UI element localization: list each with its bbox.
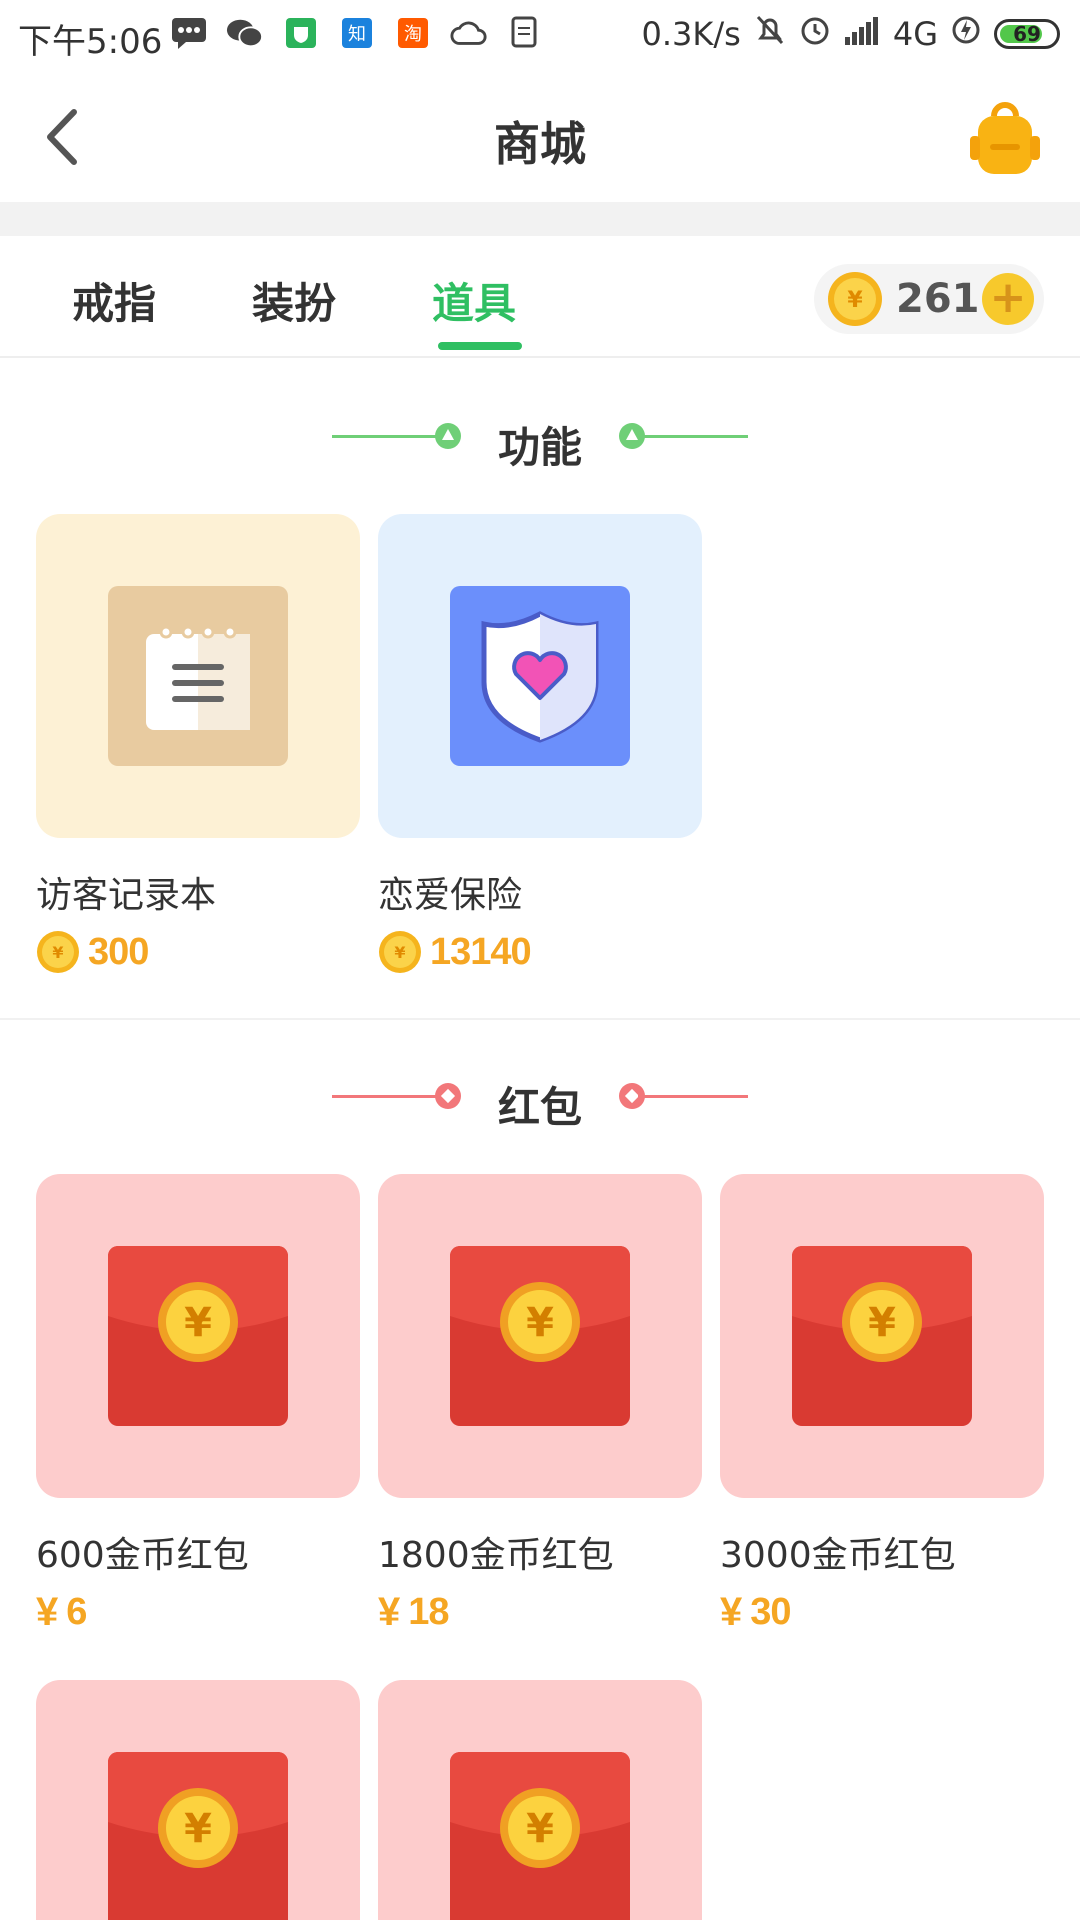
section-title-function: 功能: [497, 423, 582, 472]
app-header: 商城: [0, 72, 1080, 202]
backpack-icon: [970, 102, 1040, 174]
svg-text:¥: ¥: [52, 943, 63, 962]
product-tile: [378, 514, 702, 838]
page-title: 商城: [494, 117, 586, 171]
alarm-icon: [799, 14, 831, 54]
message-icon: [170, 14, 208, 52]
backpack-button[interactable]: [970, 102, 1040, 178]
product-card-redpacket-1800[interactable]: ¥ 1800金币红包 ¥ 18: [378, 1174, 702, 1634]
price-value: 300: [88, 930, 149, 973]
status-time: 下午5:06: [18, 22, 163, 62]
category-tabs: 戒指 装扮 道具 ¥ 261 +: [0, 236, 1080, 358]
section-divider: [0, 1018, 1080, 1020]
section-title-redpacket: 红包: [497, 1083, 582, 1132]
coin-icon: ¥: [379, 931, 421, 973]
coin-icon: ¥: [37, 931, 79, 973]
product-name: 恋爱保险: [378, 875, 523, 916]
currency-symbol: ¥: [378, 1589, 401, 1634]
product-card-redpacket[interactable]: ¥: [378, 1680, 702, 1920]
notebook-icon: [108, 586, 288, 766]
product-card-love-insurance[interactable]: 恋爱保险 ¥ 13140: [378, 514, 702, 974]
tab-rings[interactable]: 戒指: [72, 270, 156, 331]
coin-count: 261: [896, 276, 980, 322]
coin-balance: ¥ 261 +: [814, 264, 1044, 334]
svg-text:淘: 淘: [404, 24, 422, 45]
red-packet-icon: ¥: [792, 1246, 972, 1426]
charging-icon: [952, 14, 980, 54]
product-name: 访客记录本: [36, 875, 217, 916]
svg-text:¥: ¥: [184, 1300, 212, 1346]
battery-level: 69: [1013, 22, 1041, 46]
section-heading-redpacket: 红包: [0, 1066, 1080, 1132]
tab-outfits[interactable]: 装扮: [252, 270, 336, 331]
product-tile: [36, 514, 360, 838]
product-tile: ¥: [36, 1680, 360, 1920]
product-name: 3000金币红包: [720, 1535, 956, 1576]
product-tile: ¥: [36, 1174, 360, 1498]
product-price: ¥ 30: [720, 1590, 1044, 1634]
red-packet-icon: ¥: [450, 1752, 630, 1920]
svg-text:¥: ¥: [847, 288, 863, 313]
mute-icon: [755, 14, 785, 54]
product-price: ¥ 13140: [378, 930, 702, 974]
product-tile: ¥: [720, 1174, 1044, 1498]
svg-text:¥: ¥: [868, 1300, 896, 1346]
currency-symbol: ¥: [36, 1589, 59, 1634]
red-packet-icon: ¥: [108, 1246, 288, 1426]
red-packet-icon: ¥: [108, 1752, 288, 1920]
network-type: 4G: [892, 15, 938, 53]
price-value: 18: [408, 1590, 449, 1633]
product-name: 1800金币红包: [378, 1535, 614, 1576]
product-card-redpacket[interactable]: ¥: [36, 1680, 360, 1920]
product-tile: ¥: [378, 1174, 702, 1498]
status-bar: 下午5:06 知 淘 0.3K/s 4G 69: [0, 0, 1080, 72]
document-icon: [506, 14, 544, 52]
cloud-icon: [450, 14, 488, 52]
svg-text:¥: ¥: [526, 1300, 554, 1346]
svg-text:¥: ¥: [526, 1806, 554, 1852]
product-card-visitor-log[interactable]: 访客记录本 ¥ 300: [36, 514, 360, 974]
product-card-redpacket-600[interactable]: ¥ 600金币红包 ¥ 6: [36, 1174, 360, 1634]
coin-icon: ¥: [826, 270, 884, 332]
section-heading-function: 功能: [0, 406, 1080, 472]
taobao-icon: 淘: [394, 14, 432, 52]
add-coins-button[interactable]: +: [982, 273, 1034, 325]
system-indicators: 0.3K/s 4G 69: [642, 14, 1060, 54]
product-price: ¥ 300: [36, 930, 360, 974]
product-name: 600金币红包: [36, 1535, 249, 1576]
product-price: ¥ 6: [36, 1590, 360, 1634]
tab-props[interactable]: 道具: [432, 270, 516, 331]
shield-heart-icon: [450, 586, 630, 766]
svg-text:知: 知: [348, 24, 366, 45]
svg-text:¥: ¥: [394, 943, 405, 962]
price-value: 6: [66, 1590, 87, 1633]
heading-line-right: [638, 435, 748, 438]
net-speed: 0.3K/s: [641, 15, 741, 53]
battery-icon: 69: [994, 19, 1060, 49]
zhihu-icon: 知: [338, 14, 376, 52]
heading-line-right: [638, 1095, 748, 1098]
notification-icons: 知 淘: [170, 14, 544, 52]
price-value: 13140: [430, 930, 532, 973]
currency-symbol: ¥: [720, 1589, 743, 1634]
product-price: ¥ 18: [378, 1590, 702, 1634]
red-packet-icon: ¥: [450, 1246, 630, 1426]
price-value: 30: [750, 1590, 791, 1633]
signal-icon: [844, 15, 879, 53]
svg-text:¥: ¥: [184, 1806, 212, 1852]
product-card-redpacket-3000[interactable]: ¥ 3000金币红包 ¥ 30: [720, 1174, 1044, 1634]
active-tab-indicator: [438, 342, 522, 350]
product-tile: ¥: [378, 1680, 702, 1920]
header-divider: [0, 202, 1080, 236]
shield-app-icon: [282, 14, 320, 52]
wechat-icon: [226, 14, 264, 52]
